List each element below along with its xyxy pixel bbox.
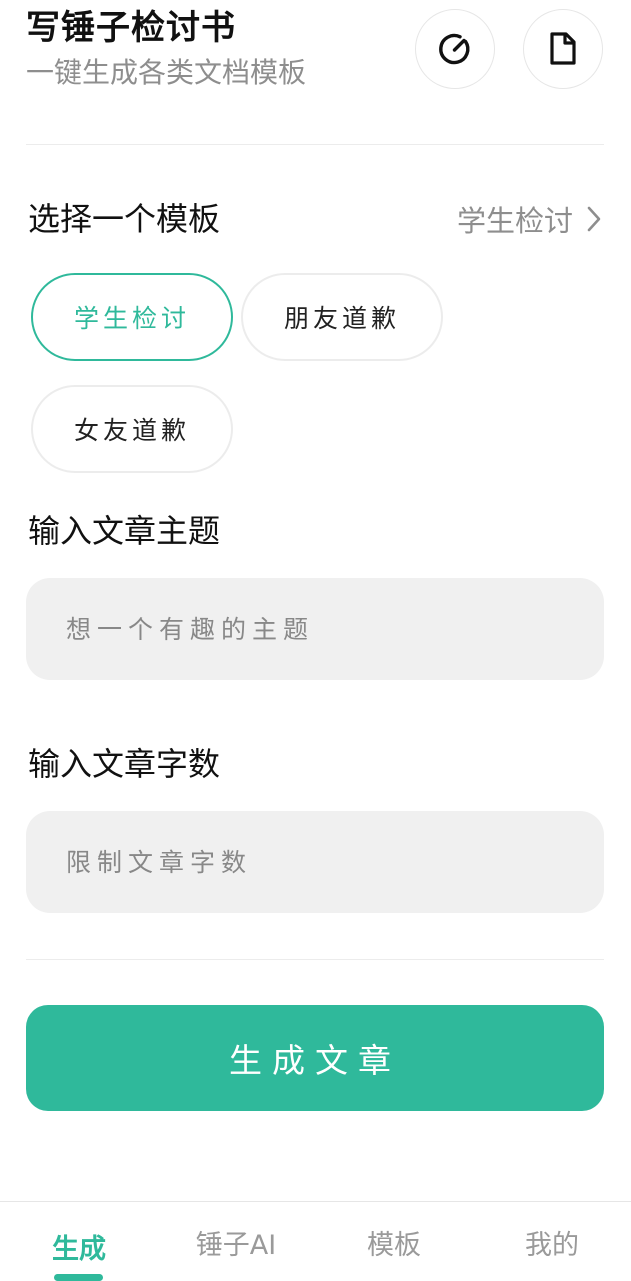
word-count-input[interactable] bbox=[26, 811, 604, 913]
header-divider bbox=[26, 144, 604, 145]
tab-templates[interactable]: 模板 bbox=[367, 1226, 421, 1266]
template-chip-friend[interactable]: 朋友道歉 bbox=[241, 273, 443, 361]
length-section-label: 输入文章字数 bbox=[28, 745, 221, 783]
template-section-label: 选择一个模板 bbox=[28, 200, 221, 238]
chevron-right-icon bbox=[587, 206, 601, 232]
document-button[interactable] bbox=[523, 9, 603, 89]
generate-article-button[interactable]: 生成文章 bbox=[26, 1005, 604, 1111]
app-subtitle: 一键生成各类文档模板 bbox=[26, 56, 307, 89]
selected-template-value: 学生检讨 bbox=[456, 204, 573, 238]
form-divider bbox=[26, 959, 604, 960]
history-icon bbox=[439, 33, 470, 65]
template-chip-girlfriend[interactable]: 女友道歉 bbox=[31, 385, 233, 473]
topic-input[interactable] bbox=[26, 578, 604, 680]
selected-template-link[interactable]: 学生检讨 bbox=[457, 198, 601, 240]
topic-section-label: 输入文章主题 bbox=[28, 512, 221, 550]
document-icon bbox=[550, 32, 576, 65]
tab-mine[interactable]: 我的 bbox=[525, 1226, 579, 1266]
app-title: 写锤子检讨书 bbox=[26, 8, 236, 48]
tab-hammer-ai[interactable]: 锤子AI bbox=[196, 1226, 276, 1266]
tab-generate[interactable]: 生成 bbox=[52, 1230, 106, 1270]
history-button[interactable] bbox=[415, 9, 495, 89]
template-chip-student[interactable]: 学生检讨 bbox=[31, 273, 233, 361]
bottom-tab-bar: 生成 锤子AI 模板 我的 bbox=[0, 1201, 631, 1281]
